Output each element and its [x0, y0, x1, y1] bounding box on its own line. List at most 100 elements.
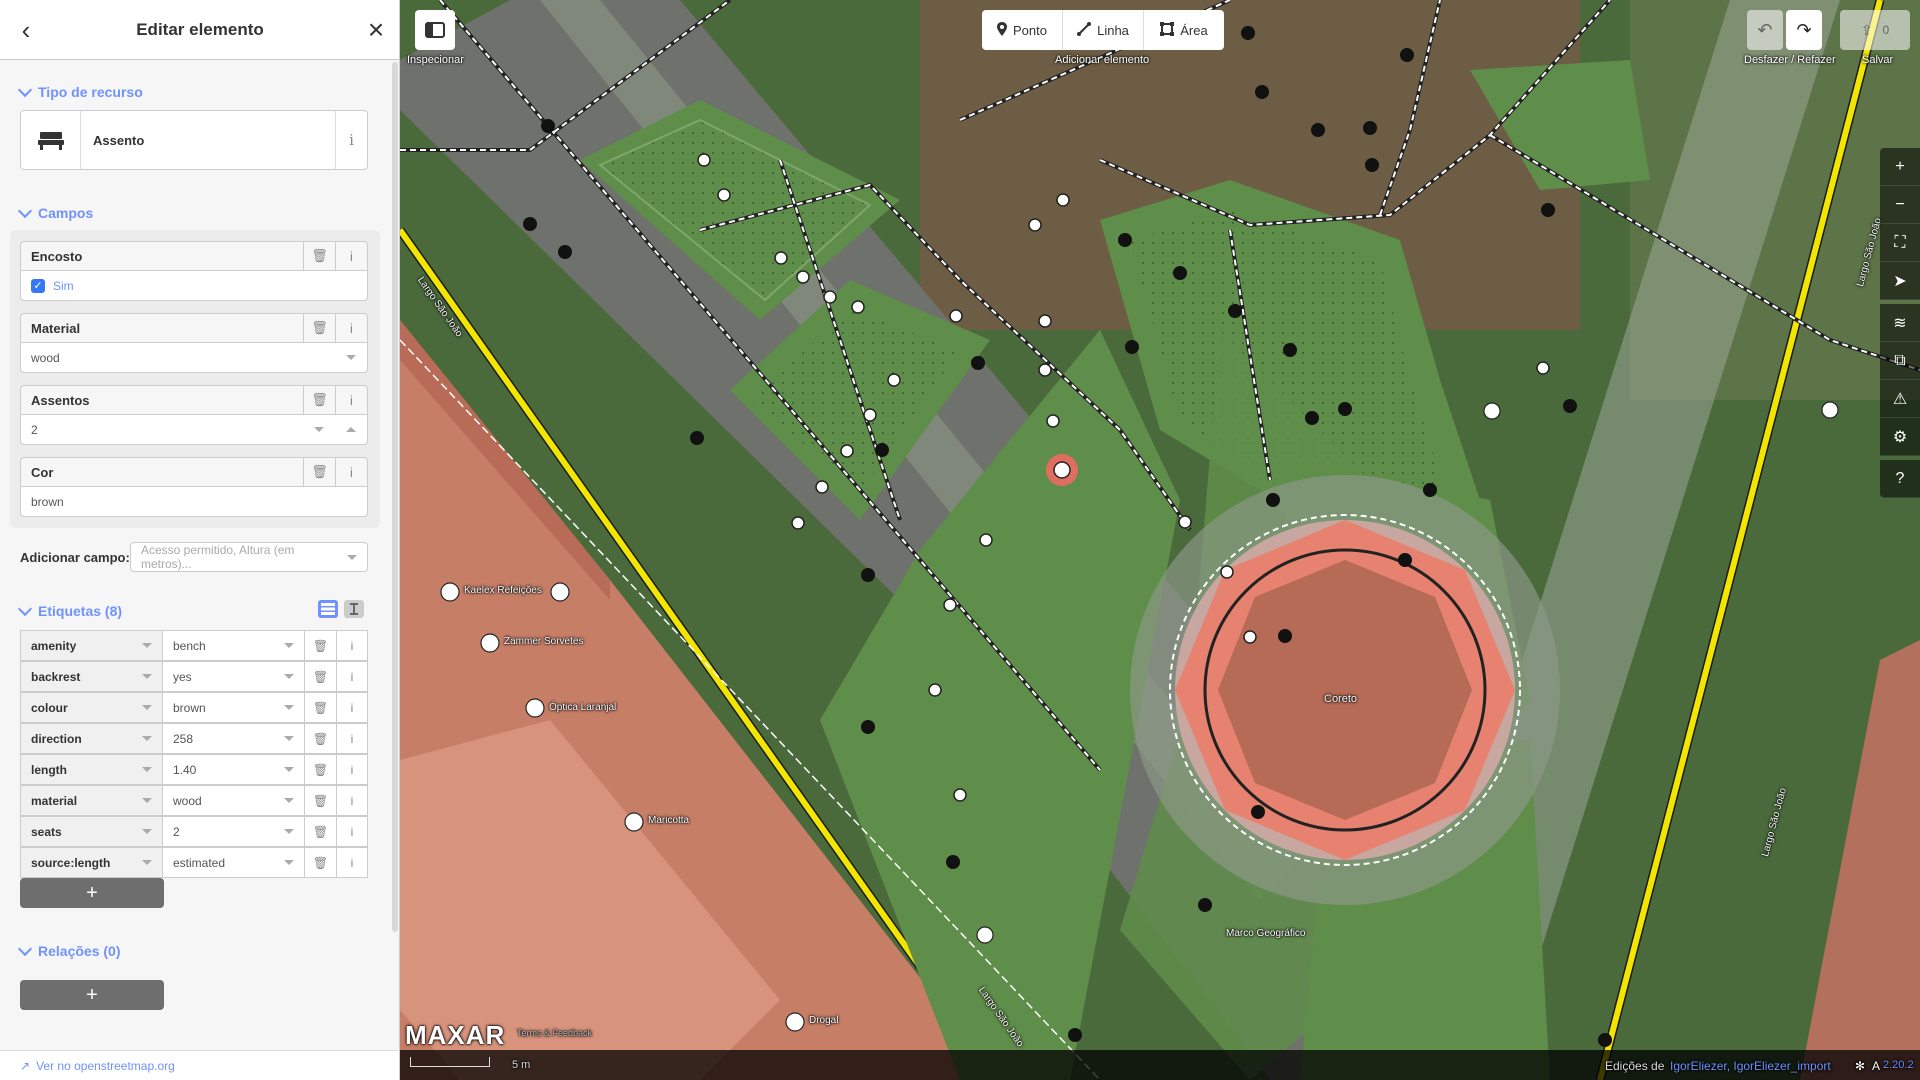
trash-icon[interactable]: 🗑 — [304, 630, 336, 660]
chevron-down-icon — [284, 705, 294, 710]
help-button[interactable]: ? — [1880, 460, 1920, 498]
trash-icon[interactable]: 🗑 — [303, 242, 335, 270]
view-on-osm-label: Ver no openstreetmap.org — [36, 1058, 175, 1073]
undo-button[interactable]: ↶ — [1747, 10, 1783, 50]
tag-key-input[interactable]: colour — [20, 692, 163, 722]
field-material: Material 🗑 i wood — [20, 313, 368, 373]
tag-key-input[interactable]: material — [20, 785, 163, 815]
section-fields-title: Campos — [38, 205, 94, 221]
tag-key-input[interactable]: source:length — [20, 847, 163, 877]
tag-info-button[interactable]: i — [336, 816, 368, 846]
view-on-osm-link[interactable]: ↗ Ver no openstreetmap.org — [0, 1050, 399, 1080]
chevron-down-icon — [284, 643, 294, 648]
preferences-panel-button[interactable]: ⚙ — [1880, 418, 1920, 456]
trash-icon[interactable]: 🗑 — [303, 314, 335, 342]
map-data-panel-button[interactable]: ⧉ — [1880, 342, 1920, 380]
section-fields-toggle[interactable]: Campos — [17, 203, 94, 221]
zoom-to-selection-button[interactable]: ⛶ — [1880, 224, 1920, 262]
text-view-icon[interactable] — [344, 600, 364, 618]
trash-icon[interactable]: 🗑 — [304, 661, 336, 691]
section-tags-toggle[interactable]: Etiquetas (8) — [17, 601, 122, 619]
sidebar-toggle-button[interactable] — [415, 10, 455, 50]
issues-panel-button[interactable]: ⚠ — [1880, 380, 1920, 418]
tag-value-input[interactable]: bench — [163, 630, 304, 660]
increment-button[interactable] — [335, 427, 367, 432]
field-info-button[interactable]: i — [335, 314, 367, 342]
geolocate-button[interactable]: ➤ — [1880, 262, 1920, 300]
field-info-button[interactable]: i — [335, 458, 367, 486]
redo-button[interactable]: ↷ — [1786, 10, 1822, 50]
tag-value-input[interactable]: brown — [163, 692, 304, 722]
backrest-checkbox-row[interactable]: ✓ Sim — [20, 271, 368, 301]
preset-info-button[interactable]: i — [335, 111, 367, 169]
chevron-down-icon — [142, 643, 152, 648]
seats-number-input[interactable]: 2 — [20, 415, 368, 445]
close-icon[interactable]: × — [362, 16, 390, 44]
tag-value-input[interactable]: 1.40 — [163, 754, 304, 784]
bug-report-icon[interactable]: ✻ — [1855, 1059, 1865, 1073]
section-preset-toggle[interactable]: Tipo de recurso — [17, 82, 143, 100]
tag-info-button[interactable]: i — [336, 723, 368, 753]
zoom-in-button[interactable]: + — [1880, 148, 1920, 186]
trash-icon[interactable]: 🗑 — [304, 785, 336, 815]
save-button[interactable]: ⇪ 0 — [1840, 10, 1910, 50]
tag-info-button[interactable]: i — [336, 785, 368, 815]
decrement-button[interactable] — [303, 427, 335, 432]
section-preset-title: Tipo de recurso — [38, 84, 143, 100]
preset-button[interactable]: Assento i — [20, 110, 368, 170]
chevron-down-icon — [142, 860, 152, 865]
trash-icon[interactable]: 🗑 — [304, 847, 336, 877]
tag-info-button[interactable]: i — [336, 754, 368, 784]
tag-key: direction — [31, 731, 82, 746]
trash-icon[interactable]: 🗑 — [304, 816, 336, 846]
zoom-to-selection-icon: ⛶ — [1894, 233, 1906, 251]
material-combo[interactable]: wood — [20, 343, 368, 373]
zoom-out-button[interactable]: − — [1880, 186, 1920, 224]
back-icon[interactable]: ‹ — [12, 16, 40, 44]
sidebar-header: ‹ Editar elemento × — [0, 0, 399, 60]
redo-icon: ↷ — [1796, 19, 1812, 40]
tag-info-button[interactable]: i — [336, 692, 368, 722]
add-relation-button[interactable]: + — [20, 980, 164, 1010]
add-field-label: Adicionar campo: — [20, 549, 130, 565]
tag-key-input[interactable]: seats — [20, 816, 163, 846]
tag-value-input[interactable]: wood — [163, 785, 304, 815]
map-canvas[interactable]: Largo São João Largo São João Largo São … — [400, 0, 1920, 1080]
check-icon[interactable]: ✓ — [31, 278, 45, 293]
tag-info-button[interactable]: i — [336, 847, 368, 877]
save-count: 0 — [1882, 23, 1890, 37]
tag-info-button[interactable]: i — [336, 630, 368, 660]
tag-key-input[interactable]: backrest — [20, 661, 163, 691]
trash-icon[interactable]: 🗑 — [304, 723, 336, 753]
tag-info-button[interactable]: i — [336, 661, 368, 691]
add-field-combo[interactable]: Acesso permitido, Altura (em metros)... — [130, 542, 368, 572]
tag-value-input[interactable]: estimated — [163, 847, 304, 877]
scale-bar[interactable] — [410, 1057, 490, 1067]
edits-users-link[interactable]: IgorEliezer, IgorEliezer_import — [1670, 1059, 1831, 1073]
field-info-button[interactable]: i — [335, 386, 367, 414]
trash-icon[interactable]: 🗑 — [304, 754, 336, 784]
colour-input[interactable]: brown — [20, 487, 368, 517]
trash-icon[interactable]: 🗑 — [303, 386, 335, 414]
section-relations-toggle[interactable]: Relações (0) — [17, 941, 120, 959]
tag-value-input[interactable]: 2 — [163, 816, 304, 846]
tag-key: colour — [31, 700, 68, 715]
add-tag-button[interactable]: + — [20, 878, 164, 908]
sidebar-scrollbar[interactable] — [392, 62, 398, 932]
user-settings-icon: ⚙ — [1892, 428, 1908, 446]
accessibility-icon[interactable]: A — [1872, 1059, 1880, 1073]
chevron-down-icon — [142, 767, 152, 772]
tag-value-input[interactable]: yes — [163, 661, 304, 691]
tag-key-input[interactable]: length — [20, 754, 163, 784]
background-panel-button[interactable]: ≋ — [1880, 304, 1920, 342]
list-view-icon[interactable] — [318, 600, 338, 618]
trash-icon[interactable]: 🗑 — [304, 692, 336, 722]
help-icon: ? — [1895, 469, 1905, 487]
field-info-button[interactable]: i — [335, 242, 367, 270]
imagery-terms-link[interactable]: Terms & Feedback — [517, 1028, 592, 1038]
tag-key-input[interactable]: amenity — [20, 630, 163, 660]
tag-key-input[interactable]: direction — [20, 723, 163, 753]
tag-value-input[interactable]: 258 — [163, 723, 304, 753]
version-link[interactable]: 2.20.2 — [1883, 1059, 1914, 1071]
trash-icon[interactable]: 🗑 — [303, 458, 335, 486]
